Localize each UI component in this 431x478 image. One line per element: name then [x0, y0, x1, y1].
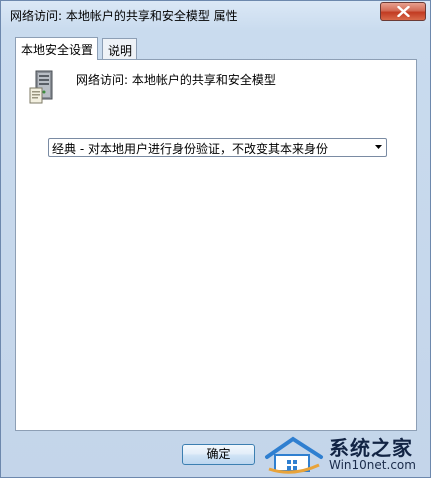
security-model-dropdown[interactable]: 经典 - 对本地用户进行身份验证，不改变其本来身份: [48, 138, 387, 157]
close-button[interactable]: [380, 2, 426, 21]
tab-panel: 网络访问: 本地帐户的共享和安全模型 经典 - 对本地用户进行身份验证，不改变其…: [15, 59, 417, 431]
dropdown-toggle[interactable]: [371, 139, 386, 156]
watermark-site: Win10net.com: [329, 458, 416, 472]
watermark-brand: 系统之家: [329, 436, 413, 460]
house-logo-icon: [265, 436, 323, 474]
watermark-logo: 系统之家 Win10net.com: [263, 431, 429, 477]
close-icon: [397, 6, 410, 17]
tab-label: 说明: [108, 44, 133, 58]
tab-local-security-setting[interactable]: 本地安全设置: [15, 37, 99, 60]
tab-explain[interactable]: 说明: [102, 38, 138, 59]
tab-label: 本地安全设置: [21, 43, 94, 57]
chevron-down-icon: [375, 145, 382, 149]
window-title: 网络访问: 本地帐户的共享和安全模型 属性: [10, 9, 238, 23]
server-computer-icon: [29, 70, 53, 104]
properties-window: 网络访问: 本地帐户的共享和安全模型 属性 本地安全设置 说明 网络访问: 本地…: [0, 0, 431, 478]
policy-title: 网络访问: 本地帐户的共享和安全模型: [76, 73, 276, 87]
ok-button[interactable]: 确定: [182, 444, 255, 465]
dropdown-selected-value: 经典 - 对本地用户进行身份验证，不改变其本来身份: [52, 142, 328, 156]
title-bar[interactable]: 网络访问: 本地帐户的共享和安全模型 属性: [1, 1, 431, 29]
